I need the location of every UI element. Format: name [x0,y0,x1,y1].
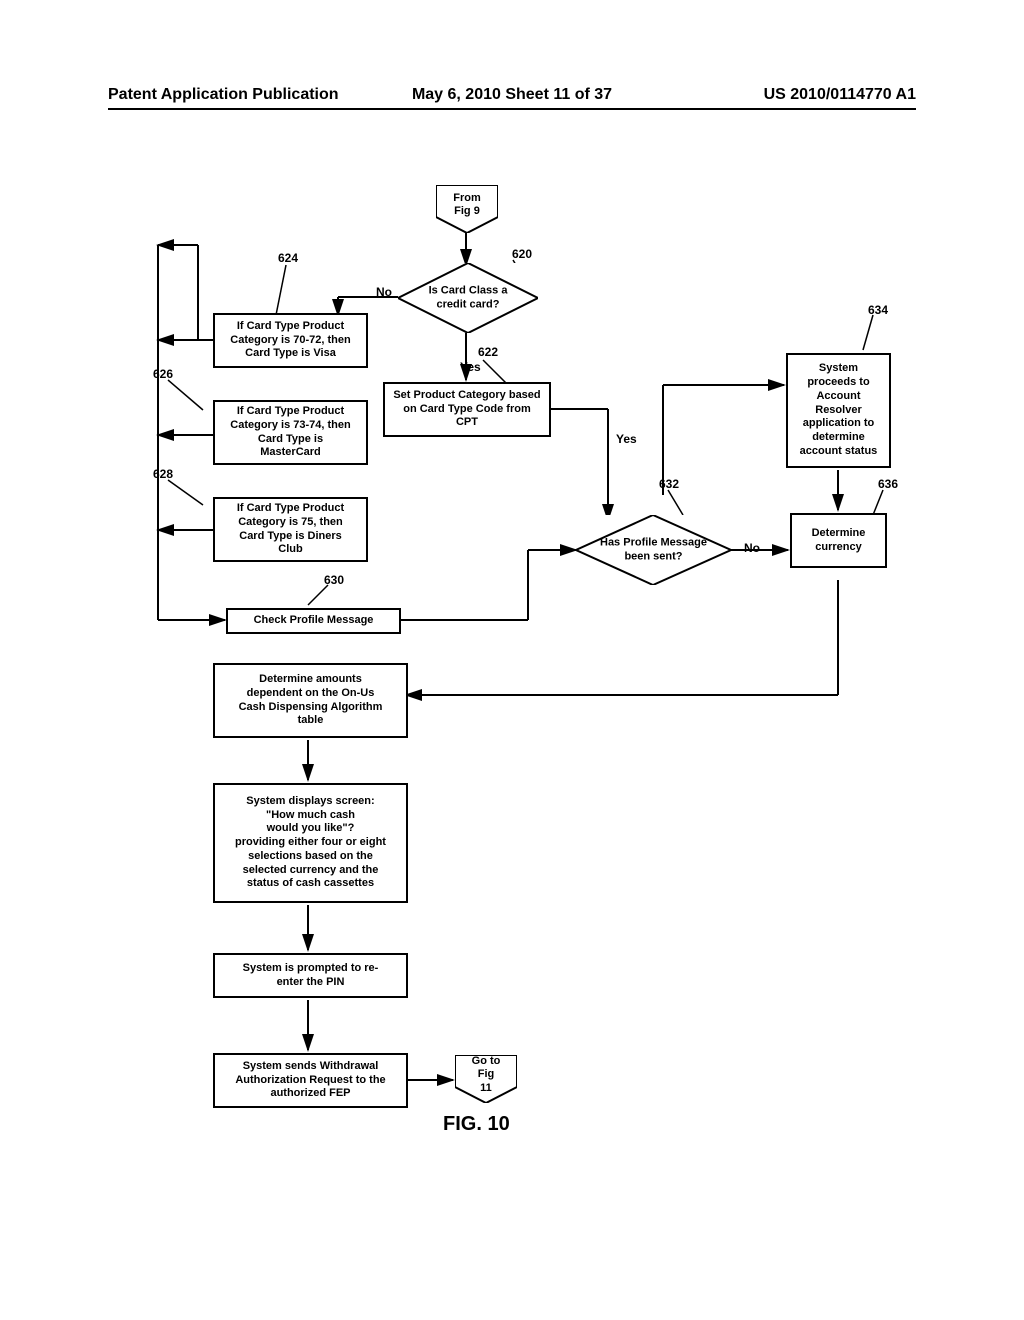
figure-caption: FIG. 10 [443,1113,510,1136]
page-header: Patent Application Publication May 6, 20… [0,86,1024,110]
box-set-product-category: Set Product Category basedon Card Type C… [383,382,551,437]
decision-card-class-text: Is Card Class acredit card? [419,284,517,312]
ref-628: 628 [153,467,173,481]
box-diners-club: If Card Type ProductCategory is 75, then… [213,497,368,562]
box-check-profile-text: Check Profile Message [254,614,374,628]
flowchart: FromFig 9 Is Card Class acredit card? No… [108,185,916,1225]
ref-630: 630 [324,573,344,587]
edge-yes-632: Yes [616,432,637,446]
box-determine-currency: Determinecurrency [790,513,887,568]
offpage-to-text: Go toFig 11 [471,1055,502,1095]
box-reenter-pin-text: System is prompted to re-enter the PIN [243,962,379,990]
ref-636: 636 [878,477,898,491]
box-check-profile: Check Profile Message [226,608,401,634]
ref-626: 626 [153,367,173,381]
header-rule [108,108,916,110]
offpage-from: FromFig 9 [436,185,498,233]
ref-620: 620 [512,247,532,261]
box-determine-amounts: Determine amountsdependent on the On-UsC… [213,663,408,738]
decision-profile-sent-text: Has Profile Messagebeen sent? [599,536,708,564]
box-mastercard-text: If Card Type ProductCategory is 73-74, t… [230,405,350,460]
box-withdrawal-request: System sends WithdrawalAuthorization Req… [213,1053,408,1108]
box-determine-amounts-text: Determine amountsdependent on the On-UsC… [239,673,383,728]
decision-profile-sent: Has Profile Messagebeen sent? [576,515,731,585]
offpage-to: Go toFig 11 [455,1055,517,1103]
edge-no-620: No [376,285,392,299]
header-center: May 6, 2010 Sheet 11 of 37 [412,86,612,104]
edge-no-632: No [744,541,760,555]
box-display-screen-text: System displays screen:"How much cashwou… [235,795,386,891]
box-mastercard: If Card Type ProductCategory is 73-74, t… [213,400,368,465]
box-visa-text: If Card Type ProductCategory is 70-72, t… [230,320,350,361]
header-right: US 2010/0114770 A1 [764,86,916,104]
decision-card-class: Is Card Class acredit card? [398,263,538,333]
offpage-from-text: FromFig 9 [453,192,481,218]
box-withdrawal-request-text: System sends WithdrawalAuthorization Req… [235,1060,385,1101]
box-reenter-pin: System is prompted to re-enter the PIN [213,953,408,998]
box-determine-currency-text: Determinecurrency [812,527,866,555]
box-account-resolver-text: Systemproceeds toAccountResolverapplicat… [800,362,878,458]
ref-634: 634 [868,303,888,317]
box-display-screen: System displays screen:"How much cashwou… [213,783,408,903]
ref-624: 624 [278,251,298,265]
header-left: Patent Application Publication [108,86,339,104]
ref-622: 622 [478,345,498,359]
ref-632: 632 [659,477,679,491]
edge-yes-620: Yes [460,360,481,374]
box-visa: If Card Type ProductCategory is 70-72, t… [213,313,368,368]
box-set-product-category-text: Set Product Category basedon Card Type C… [393,389,540,430]
box-diners-club-text: If Card Type ProductCategory is 75, then… [237,502,344,557]
box-account-resolver: Systemproceeds toAccountResolverapplicat… [786,353,891,468]
